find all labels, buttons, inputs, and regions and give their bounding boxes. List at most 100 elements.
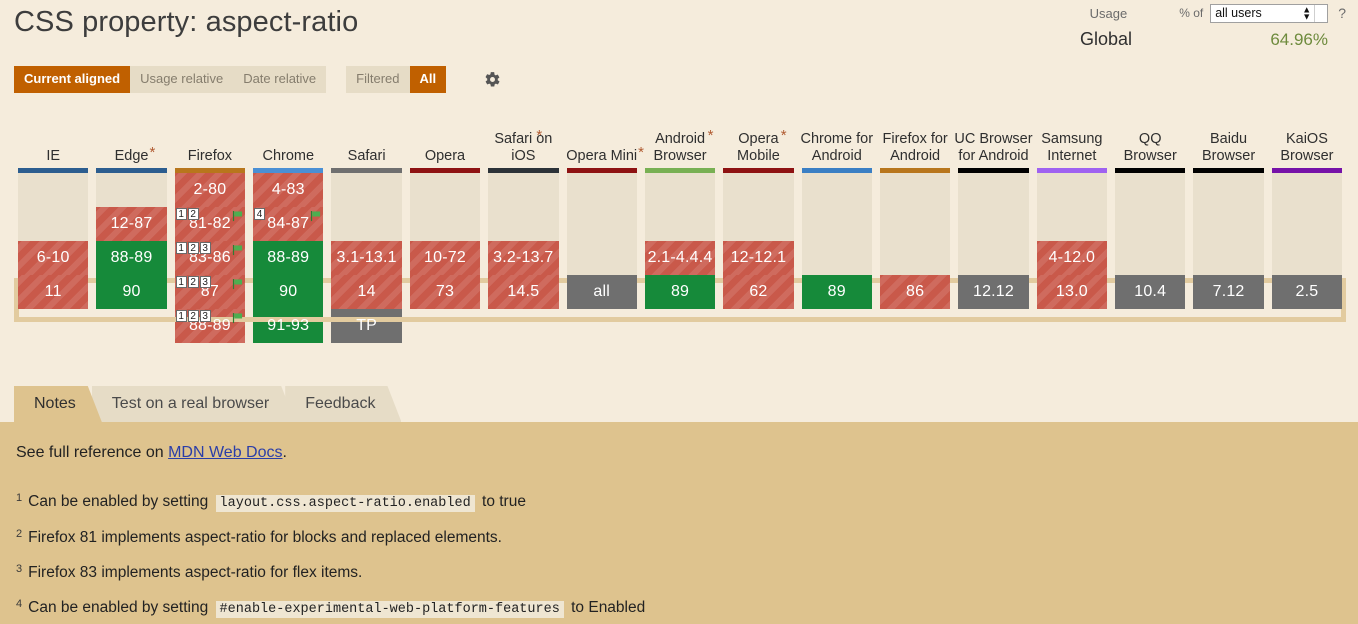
support-cell[interactable]: 90: [96, 275, 167, 309]
mdn-web-docs-link[interactable]: MDN Web Docs: [168, 444, 282, 461]
support-cell[interactable]: [488, 207, 559, 241]
support-cell[interactable]: [331, 173, 402, 207]
support-cell[interactable]: [958, 173, 1029, 207]
support-cell[interactable]: 12-12.1: [723, 241, 794, 275]
support-cell[interactable]: 62: [723, 275, 794, 309]
footnote-badge[interactable]: 1: [175, 208, 187, 220]
footnote-badge[interactable]: 2: [187, 242, 199, 254]
support-cell[interactable]: 91-93: [253, 309, 324, 343]
support-cell[interactable]: [488, 173, 559, 207]
column-header-android-browser[interactable]: Android Browser *: [641, 127, 719, 168]
column-header-edge[interactable]: Edge *: [92, 144, 170, 168]
support-cell[interactable]: all: [566, 275, 637, 309]
support-cell[interactable]: [1271, 173, 1343, 207]
column-header-opera-mobile[interactable]: Opera Mobile *: [719, 127, 797, 168]
support-cell[interactable]: [1193, 207, 1264, 241]
support-cell[interactable]: 11: [18, 275, 89, 309]
usage-audience-select[interactable]: all users ▲ ▼: [1210, 3, 1329, 23]
column-header-opera[interactable]: Opera: [406, 148, 484, 168]
footnote-badge[interactable]: 3: [199, 242, 211, 254]
support-cell[interactable]: [18, 173, 89, 207]
support-cell[interactable]: [801, 173, 872, 207]
support-cell[interactable]: [1271, 207, 1343, 241]
support-cell[interactable]: [1036, 173, 1108, 207]
support-cell[interactable]: 7.12: [1193, 275, 1264, 309]
support-cell[interactable]: 84-87 4: [253, 207, 324, 241]
support-cell[interactable]: [1115, 173, 1186, 207]
support-cell[interactable]: 86: [879, 275, 951, 309]
tab-notes[interactable]: Notes: [14, 386, 102, 422]
support-cell[interactable]: 81-82 1 2: [174, 207, 246, 241]
support-cell[interactable]: [958, 241, 1029, 275]
support-cell[interactable]: 73: [409, 275, 481, 309]
support-cell[interactable]: 4-12.0: [1036, 241, 1108, 275]
column-header-chrome[interactable]: Chrome: [249, 148, 327, 168]
support-cell[interactable]: 12.12: [958, 275, 1029, 309]
footnote-badge[interactable]: 2: [187, 208, 199, 220]
support-cell[interactable]: [1036, 207, 1108, 241]
support-cell[interactable]: 89: [801, 275, 872, 309]
column-header-kaios-browser[interactable]: KaiOS Browser: [1268, 131, 1346, 168]
view-usage-relative-button[interactable]: Usage relative: [130, 66, 234, 93]
column-header-opera-mini[interactable]: Opera Mini *: [563, 144, 644, 168]
support-cell[interactable]: 88-89: [96, 241, 167, 275]
footnote-badge[interactable]: 1: [175, 276, 187, 288]
support-cell[interactable]: 3.1-13.1: [331, 241, 403, 275]
support-cell[interactable]: 6-10: [18, 241, 89, 275]
support-cell[interactable]: [644, 173, 716, 207]
footnote-badge[interactable]: 1: [175, 310, 187, 322]
tab-test-on-a-real-browser[interactable]: Test on a real browser: [92, 386, 295, 422]
support-cell[interactable]: 3.2-13.7: [488, 241, 559, 275]
column-header-firefox-for-android[interactable]: Firefox for Android: [876, 131, 954, 168]
support-cell[interactable]: [1115, 207, 1186, 241]
view-date-relative-button[interactable]: Date relative: [233, 66, 327, 93]
support-cell[interactable]: 88-89: [253, 241, 324, 275]
support-cell[interactable]: [879, 173, 951, 207]
tab-feedback[interactable]: Feedback: [285, 386, 401, 422]
support-cell[interactable]: [409, 173, 481, 207]
footnote-badge[interactable]: 3: [199, 276, 211, 288]
support-cell[interactable]: [566, 173, 637, 207]
column-header-qq-browser[interactable]: QQ Browser: [1111, 131, 1189, 168]
support-cell[interactable]: [96, 173, 167, 207]
support-cell[interactable]: [879, 207, 951, 241]
column-header-firefox[interactable]: Firefox: [171, 148, 249, 168]
filter-filtered-button[interactable]: Filtered: [346, 66, 410, 93]
support-cell[interactable]: [18, 207, 89, 241]
filter-all-button[interactable]: All: [409, 66, 447, 93]
column-header-chrome-for-android[interactable]: Chrome for Android: [798, 131, 876, 168]
column-header-uc-browser-for-android[interactable]: UC Browser for Android: [954, 131, 1032, 168]
support-cell[interactable]: 2.5: [1271, 275, 1343, 309]
support-cell[interactable]: 10-72: [409, 241, 481, 275]
support-cell[interactable]: 87 1 2 3: [174, 275, 246, 309]
support-cell[interactable]: [801, 241, 872, 275]
support-cell[interactable]: 2-80: [174, 173, 246, 207]
column-header-baidu-browser[interactable]: Baidu Browser: [1189, 131, 1267, 168]
support-cell[interactable]: [723, 173, 794, 207]
support-cell[interactable]: 10.4: [1115, 275, 1186, 309]
support-cell[interactable]: [409, 207, 481, 241]
column-header-ie[interactable]: IE: [14, 148, 92, 168]
support-cell[interactable]: [723, 207, 794, 241]
support-cell[interactable]: 2.1-4.4.4: [644, 241, 716, 275]
question-mark-icon[interactable]: ?: [1338, 5, 1346, 21]
support-cell[interactable]: [1193, 241, 1264, 275]
support-cell[interactable]: [1193, 173, 1264, 207]
support-cell[interactable]: [331, 207, 402, 241]
column-header-samsung-internet[interactable]: Samsung Internet: [1033, 131, 1111, 168]
support-cell[interactable]: 13.0: [1036, 275, 1108, 309]
support-cell[interactable]: 90: [253, 275, 324, 309]
support-cell[interactable]: [1115, 241, 1186, 275]
footnote-badge[interactable]: 1: [175, 242, 187, 254]
support-cell[interactable]: [801, 207, 872, 241]
support-cell[interactable]: TP: [331, 309, 402, 343]
footnote-badge[interactable]: 2: [187, 310, 199, 322]
support-cell[interactable]: [879, 241, 951, 275]
support-cell[interactable]: 88-89 1 2 3: [174, 309, 246, 343]
footnote-badge[interactable]: 4: [254, 208, 266, 220]
column-header-safari[interactable]: Safari: [327, 148, 405, 168]
footnote-badge[interactable]: 2: [187, 276, 199, 288]
support-cell[interactable]: [644, 207, 716, 241]
support-cell[interactable]: 89: [644, 275, 716, 309]
column-header-safari-on-ios[interactable]: Safari on iOS *: [484, 127, 562, 168]
